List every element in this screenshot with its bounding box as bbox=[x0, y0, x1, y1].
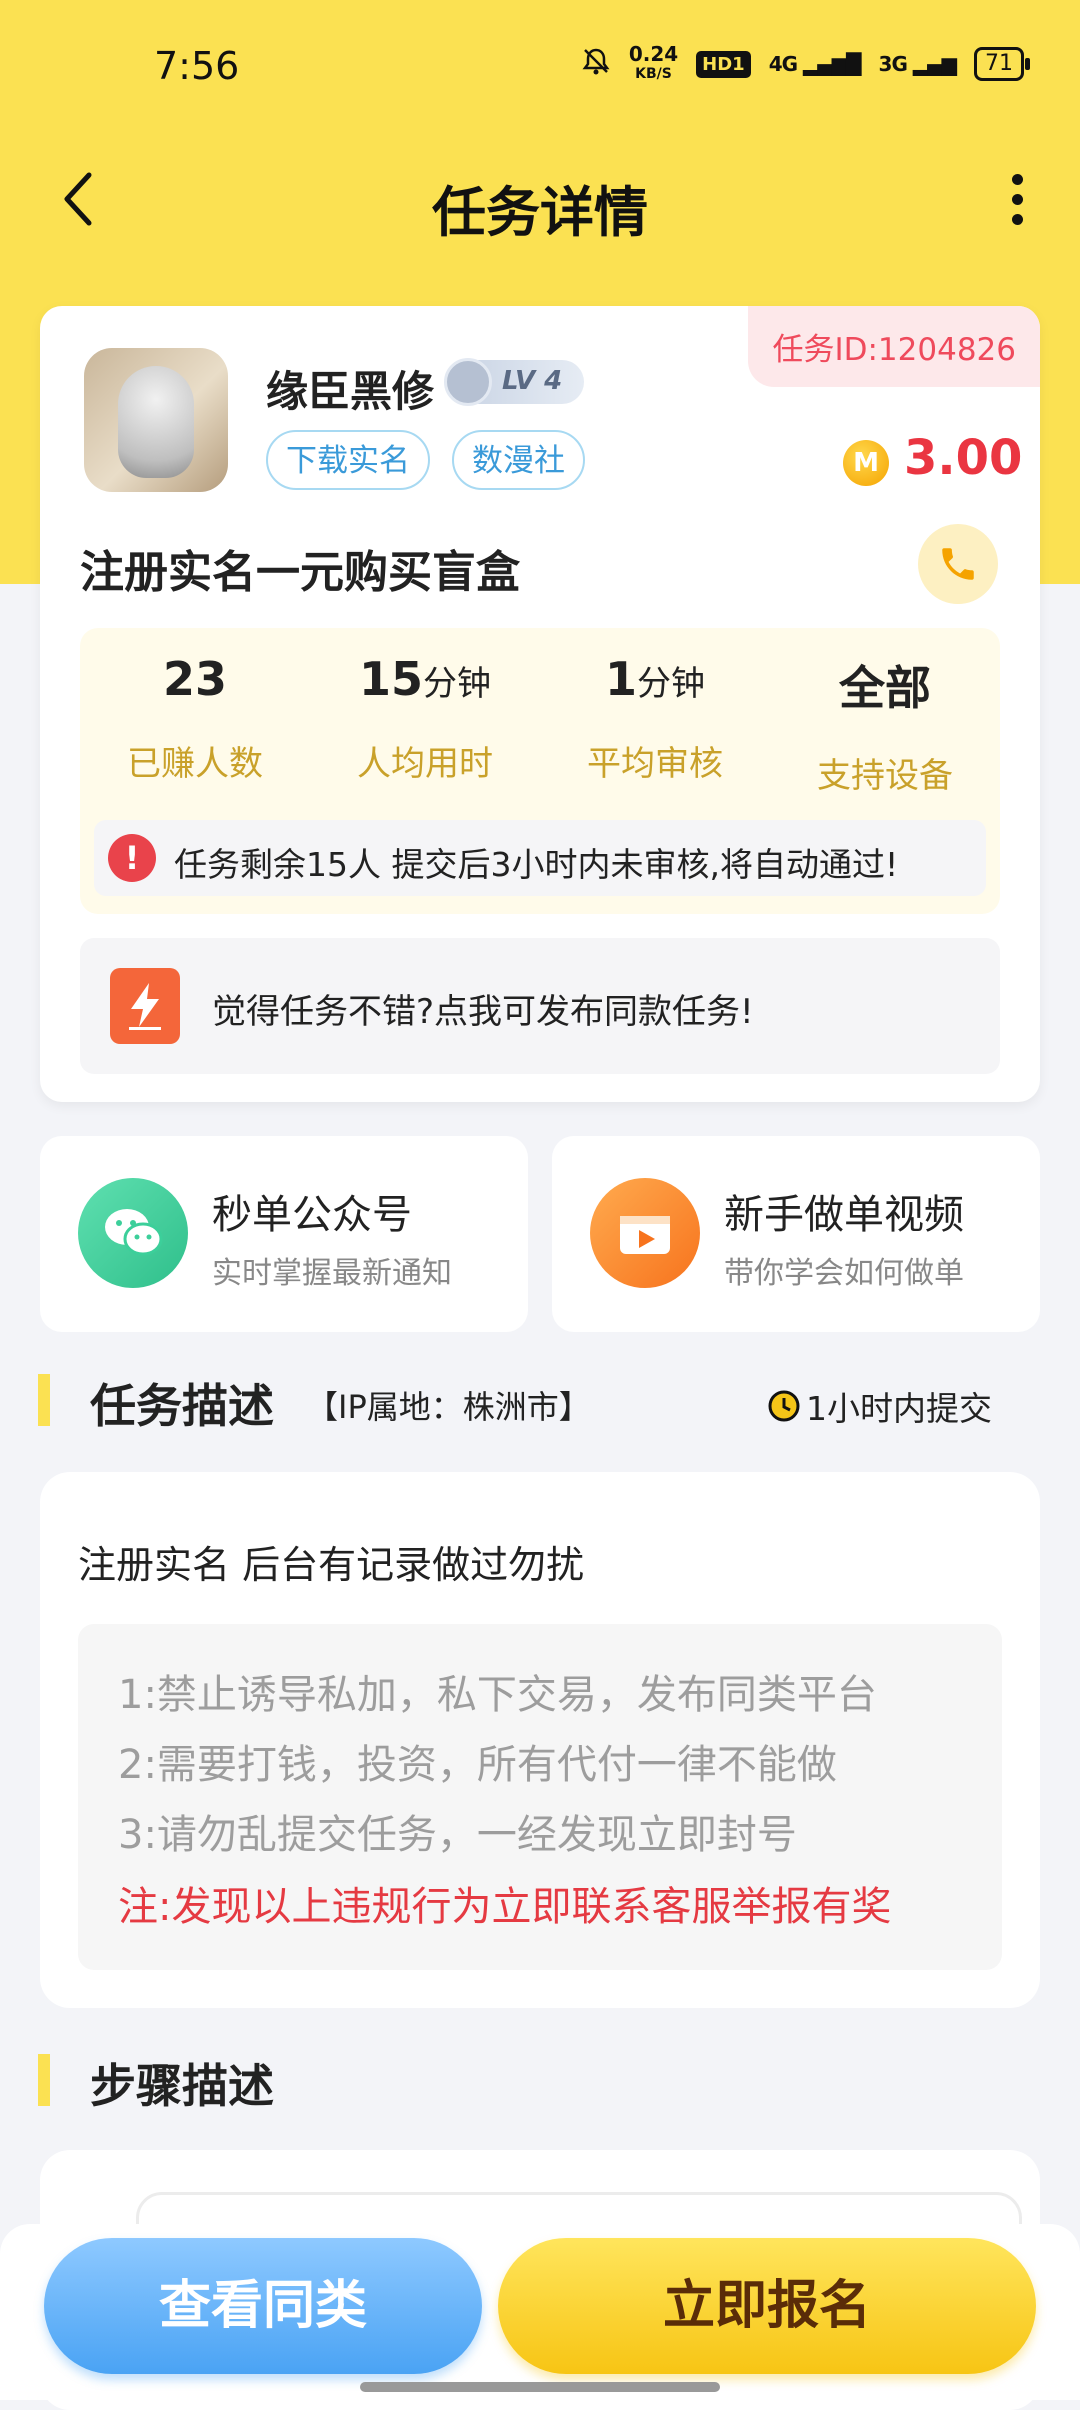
rule-warning: 注:发现以上违规行为立即联系客服举报有奖 bbox=[118, 1884, 892, 1930]
ip-location: 【IP属地：株洲市】 bbox=[306, 1388, 591, 1426]
wechat-account-card[interactable]: 秒单公众号 实时掌握最新通知 bbox=[40, 1136, 528, 1332]
tag-shumanshe[interactable]: 数漫社 bbox=[452, 430, 585, 490]
rule-item: 2:需要打钱，投资，所有代付一律不能做 bbox=[118, 1742, 837, 1788]
remaining-notice: ! 任务剩余15人 提交后3小时内未审核,将自动通过! bbox=[94, 820, 986, 896]
task-card: 任务ID:1204826 缘臣黑修 LV 4 下载实名 数漫社 M 3.00 注… bbox=[40, 306, 1040, 1102]
task-reward: 3.00 bbox=[904, 430, 1023, 486]
avatar[interactable] bbox=[84, 348, 228, 492]
task-intro: 注册实名 后台有记录做过勿扰 bbox=[78, 1543, 585, 1587]
task-description-card: 注册实名 后台有记录做过勿扰 1:禁止诱导私加，私下交易，发布同类平台 2:需要… bbox=[40, 1472, 1040, 2008]
publish-similar-button[interactable]: 觉得任务不错?点我可发布同款任务! bbox=[80, 938, 1000, 1074]
network-speed: 0.24 KB/S bbox=[628, 42, 679, 82]
status-bar: 7:56 0.24 KB/S HD1 4G ▂▄▆█ 3G ▂▄▆ 71 bbox=[0, 0, 1080, 130]
page-title: 任务详情 bbox=[432, 181, 648, 244]
signal-3g-icon: 3G ▂▄▆ bbox=[878, 52, 957, 76]
more-dots-icon bbox=[1011, 173, 1023, 185]
app-header: 任务详情 bbox=[0, 150, 1080, 250]
coin-icon: M bbox=[843, 440, 889, 486]
home-indicator[interactable] bbox=[360, 2382, 720, 2392]
rule-item: 1:禁止诱导私加，私下交易，发布同类平台 bbox=[118, 1672, 877, 1718]
wechat-icon bbox=[78, 1178, 188, 1288]
video-icon bbox=[590, 1178, 700, 1288]
bell-muted-icon bbox=[581, 46, 611, 83]
hd-icon: HD1 bbox=[696, 50, 751, 78]
lightning-icon bbox=[110, 968, 180, 1044]
medal-icon bbox=[444, 358, 492, 406]
status-icons: 0.24 KB/S HD1 4G ▂▄▆█ 3G ▂▄▆ 71 bbox=[581, 42, 1030, 84]
stat-earned-count: 23 已赚人数 bbox=[127, 652, 263, 784]
stat-average-time: 15分钟 人均用时 bbox=[357, 652, 493, 784]
rules-box: 1:禁止诱导私加，私下交易，发布同类平台 2:需要打钱，投资，所有代付一律不能做… bbox=[78, 1624, 1002, 1970]
task-title: 注册实名一元购买盲盒 bbox=[80, 547, 520, 598]
stat-average-review: 1分钟 平均审核 bbox=[587, 652, 723, 784]
task-stats: 23 已赚人数 15分钟 人均用时 1分钟 平均审核 全部 支持设备 ! 任务剩… bbox=[80, 628, 1000, 914]
level-badge: LV 4 bbox=[444, 358, 584, 406]
more-menu-button[interactable] bbox=[982, 164, 1052, 234]
battery-icon: 71 bbox=[974, 47, 1030, 81]
signal-4g-icon: 4G ▂▄▆█ bbox=[768, 52, 862, 76]
phone-icon bbox=[942, 548, 974, 580]
view-similar-button[interactable]: 查看同类 bbox=[44, 2238, 482, 2374]
clock-icon bbox=[768, 1390, 800, 1422]
status-time: 7:56 bbox=[154, 44, 240, 88]
stat-supported-devices: 全部 支持设备 bbox=[817, 661, 953, 796]
task-id-badge: 任务ID:1204826 bbox=[748, 306, 1040, 387]
rule-item: 3:请勿乱提交任务，一经发现立即封号 bbox=[118, 1812, 797, 1858]
publisher-name: 缘臣黑修 bbox=[266, 367, 435, 416]
submit-deadline: 1小时内提交 bbox=[766, 1382, 992, 1430]
signup-button[interactable]: 立即报名 bbox=[498, 2238, 1036, 2374]
exclamation-icon: ! bbox=[108, 834, 156, 882]
tutorial-video-card[interactable]: 新手做单视频 带你学会如何做单 bbox=[552, 1136, 1040, 1332]
tag-download-realname[interactable]: 下载实名 bbox=[266, 430, 430, 490]
phone-button[interactable] bbox=[918, 524, 998, 604]
bottom-action-bar: 查看同类 立即报名 bbox=[0, 2224, 1080, 2400]
